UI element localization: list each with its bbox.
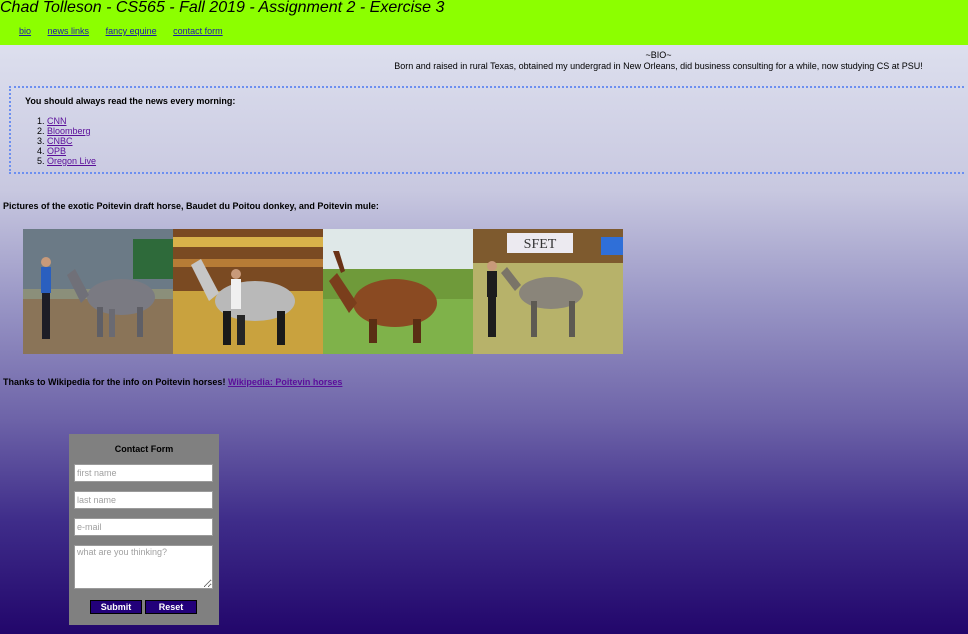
reset-button[interactable]: Reset: [145, 600, 197, 614]
bio-heading: ~BIO~: [645, 50, 672, 60]
nav-link-contact-form[interactable]: contact form: [173, 26, 223, 36]
first-name-field[interactable]: [74, 464, 213, 482]
message-textarea[interactable]: [74, 545, 213, 589]
credits-line: Thanks to Wikipedia for the info on Poit…: [3, 377, 342, 387]
poitevin-horse-show-photo: [173, 229, 323, 354]
list-item: Oregon Live: [47, 156, 96, 166]
page-title: Chad Tolleson - CS565 - Fall 2019 - Assi…: [0, 0, 445, 16]
list-item: OPB: [47, 146, 96, 156]
email-field[interactable]: [74, 518, 213, 536]
poitevin-mule-photo: SFET: [473, 229, 623, 354]
nav-link-news-links[interactable]: news links: [48, 26, 90, 36]
news-link-cnbc[interactable]: CNBC: [47, 136, 73, 146]
submit-button[interactable]: Submit: [90, 600, 142, 614]
contact-form-title: Contact Form: [114, 444, 174, 454]
contact-form: Contact Form Submit Reset: [69, 434, 219, 625]
list-item: Bloomberg: [47, 126, 96, 136]
credits-text: Thanks to Wikipedia for the info on Poit…: [3, 377, 226, 387]
poitevin-horse-photo: [23, 229, 173, 354]
horse-gallery: SFET: [23, 229, 623, 354]
sfet-sign-text: SFET: [524, 237, 557, 252]
baudet-du-poitou-donkey-photo: [323, 229, 473, 354]
nav-link-fancy-equine[interactable]: fancy equine: [106, 26, 157, 36]
nav-bar: bio news links fancy equine contact form: [19, 26, 237, 36]
list-item: CNN: [47, 116, 96, 126]
news-link-oregon-live[interactable]: Oregon Live: [47, 156, 96, 166]
news-link-cnn[interactable]: CNN: [47, 116, 67, 126]
news-section: You should always read the news every mo…: [9, 86, 964, 174]
news-heading: You should always read the news every mo…: [25, 96, 236, 106]
gallery-caption: Pictures of the exotic Poitevin draft ho…: [3, 201, 379, 211]
news-list: CNN Bloomberg CNBC OPB Oregon Live: [23, 116, 96, 166]
news-link-bloomberg[interactable]: Bloomberg: [47, 126, 91, 136]
bio-text: Born and raised in rural Texas, obtained…: [394, 61, 923, 71]
last-name-field[interactable]: [74, 491, 213, 509]
bio-section: ~BIO~ Born and raised in rural Texas, ob…: [390, 50, 927, 72]
list-item: CNBC: [47, 136, 96, 146]
header-bar: Chad Tolleson - CS565 - Fall 2019 - Assi…: [0, 0, 968, 45]
nav-link-bio[interactable]: bio: [19, 26, 31, 36]
wikipedia-link[interactable]: Wikipedia: Poitevin horses: [228, 377, 342, 387]
news-link-opb[interactable]: OPB: [47, 146, 66, 156]
